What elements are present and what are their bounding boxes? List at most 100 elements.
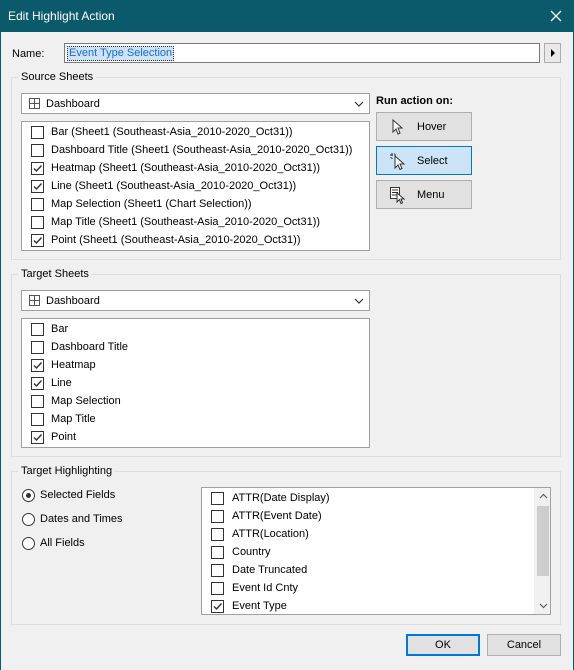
checkbox[interactable]: [211, 582, 224, 595]
source-sheet-item[interactable]: Line (Sheet1 (Southeast-Asia_2010-2020_O…: [22, 178, 369, 196]
menu-button-label: Menu: [417, 189, 445, 201]
source-sheet-item[interactable]: Map Selection (Sheet1 (Chart Selection)): [22, 196, 369, 214]
click-pointer-icon: [390, 153, 406, 170]
field-item[interactable]: Country: [202, 544, 532, 562]
name-input-value: Event Type Selection: [67, 46, 175, 61]
target-sheet-item[interactable]: Dashboard Title: [22, 339, 369, 357]
title-bar: Edit Highlight Action: [0, 0, 574, 32]
checkbox[interactable]: [211, 492, 224, 505]
checkbox[interactable]: [31, 377, 44, 390]
source-sheets-dropdown-value: Dashboard: [46, 98, 100, 110]
checkmark-icon: [33, 434, 43, 442]
source-sheet-item[interactable]: Bar (Sheet1 (Southeast-Asia_2010-2020_Oc…: [22, 124, 369, 142]
source-sheet-item[interactable]: Point (Sheet1 (Southeast-Asia_2010-2020_…: [22, 232, 369, 250]
highlight-fields-list: ATTR(Date Display) ATTR(Event Date) ATTR…: [201, 487, 551, 615]
insert-field-button[interactable]: [544, 43, 561, 63]
radio-button[interactable]: [22, 537, 35, 550]
checkbox[interactable]: [211, 564, 224, 577]
field-item[interactable]: ATTR(Event Date): [202, 508, 532, 526]
field-label: ATTR(Event Date): [232, 510, 322, 522]
field-label: ATTR(Location): [232, 528, 309, 540]
source-sheets-label: Source Sheets: [18, 71, 97, 83]
chevron-down-icon: [539, 603, 547, 609]
checkbox[interactable]: [31, 234, 44, 247]
radio-button[interactable]: [22, 489, 35, 502]
fields-scrollbar[interactable]: [534, 488, 550, 614]
checkbox[interactable]: [31, 413, 44, 426]
checkbox[interactable]: [31, 144, 44, 157]
scroll-up-button[interactable]: [535, 488, 550, 504]
checkbox[interactable]: [31, 216, 44, 229]
checkbox[interactable]: [31, 395, 44, 408]
radio-label: All Fields: [40, 537, 85, 549]
pointer-arrow-icon: [392, 119, 404, 135]
checkbox[interactable]: [31, 431, 44, 444]
target-sheet-item[interactable]: Line: [22, 375, 369, 393]
checkbox[interactable]: [31, 359, 44, 372]
checkmark-icon: [33, 165, 43, 173]
caret-right-icon: [550, 49, 555, 57]
target-sheets-dropdown-value: Dashboard: [46, 295, 100, 307]
checkmark-icon: [33, 380, 43, 388]
field-item[interactable]: ATTR(Location): [202, 526, 532, 544]
field-item[interactable]: ATTR(Date Display): [202, 490, 532, 508]
run-action-label: Run action on:: [376, 95, 453, 107]
target-sheet-item[interactable]: Map Selection: [22, 393, 369, 411]
hover-button-label: Hover: [417, 121, 447, 133]
source-sheet-item[interactable]: Heatmap (Sheet1 (Southeast-Asia_2010-202…: [22, 160, 369, 178]
field-label: Date Truncated: [232, 564, 308, 576]
checkbox[interactable]: [31, 162, 44, 175]
scroll-thumb[interactable]: [537, 506, 549, 576]
ok-button[interactable]: OK: [406, 634, 480, 656]
field-label: Event Type: [232, 600, 287, 612]
checkbox[interactable]: [31, 180, 44, 193]
scroll-down-button[interactable]: [535, 598, 550, 614]
select-button[interactable]: Select: [376, 146, 472, 175]
checkbox[interactable]: [211, 600, 224, 613]
source-sheet-label: Dashboard Title (Sheet1 (Southeast-Asia_…: [51, 144, 353, 156]
source-sheets-dropdown[interactable]: Dashboard: [21, 93, 370, 114]
menu-button[interactable]: Menu: [376, 180, 472, 209]
target-sheets-label: Target Sheets: [18, 268, 92, 280]
source-sheet-item[interactable]: Dashboard Title (Sheet1 (Southeast-Asia_…: [22, 142, 369, 160]
field-label: ATTR(Date Display): [232, 492, 330, 504]
target-highlighting-label: Target Highlighting: [18, 465, 116, 477]
name-input[interactable]: Event Type Selection: [64, 43, 540, 63]
target-sheet-item[interactable]: Heatmap: [22, 357, 369, 375]
chevron-down-icon: [354, 101, 364, 107]
radio-button[interactable]: [22, 513, 35, 526]
radio-label: Selected Fields: [40, 489, 116, 501]
source-sheet-label: Line (Sheet1 (Southeast-Asia_2010-2020_O…: [51, 180, 297, 192]
target-sheet-item[interactable]: Map Title: [22, 411, 369, 429]
menu-pointer-icon: [390, 187, 406, 204]
hover-button[interactable]: Hover: [376, 112, 472, 141]
checkbox[interactable]: [211, 528, 224, 541]
checkbox[interactable]: [31, 341, 44, 354]
target-sheet-label: Bar: [51, 323, 69, 335]
name-label: Name:: [12, 48, 45, 60]
field-item[interactable]: Date Truncated: [202, 562, 532, 580]
checkmark-icon: [33, 183, 43, 191]
checkbox[interactable]: [31, 198, 44, 211]
cancel-button[interactable]: Cancel: [487, 634, 561, 656]
field-label: Event Id Cnty: [232, 582, 299, 594]
target-sheets-dropdown[interactable]: Dashboard: [21, 290, 370, 311]
checkbox[interactable]: [211, 546, 224, 559]
target-sheet-label: Heatmap: [51, 359, 96, 371]
target-sheet-label: Map Selection: [51, 395, 121, 407]
checkbox[interactable]: [31, 126, 44, 139]
source-sheets-list: Bar (Sheet1 (Southeast-Asia_2010-2020_Oc…: [21, 121, 370, 251]
source-sheet-item[interactable]: Map Title (Sheet1 (Southeast-Asia_2010-2…: [22, 214, 369, 232]
field-item[interactable]: Event Id Cnty: [202, 580, 532, 598]
checkbox[interactable]: [211, 510, 224, 523]
target-sheet-label: Line: [51, 377, 72, 389]
field-label: Country: [232, 546, 271, 558]
field-item[interactable]: Event Type: [202, 598, 532, 614]
target-sheet-label: Point: [51, 431, 77, 443]
checkbox[interactable]: [31, 323, 44, 336]
source-sheet-label: Heatmap (Sheet1 (Southeast-Asia_2010-202…: [51, 162, 321, 174]
close-button[interactable]: [538, 0, 574, 32]
source-sheet-label: Map Selection (Sheet1 (Chart Selection)): [51, 198, 252, 210]
target-sheet-item[interactable]: Point: [22, 429, 369, 447]
target-sheet-item[interactable]: Bar: [22, 321, 369, 339]
